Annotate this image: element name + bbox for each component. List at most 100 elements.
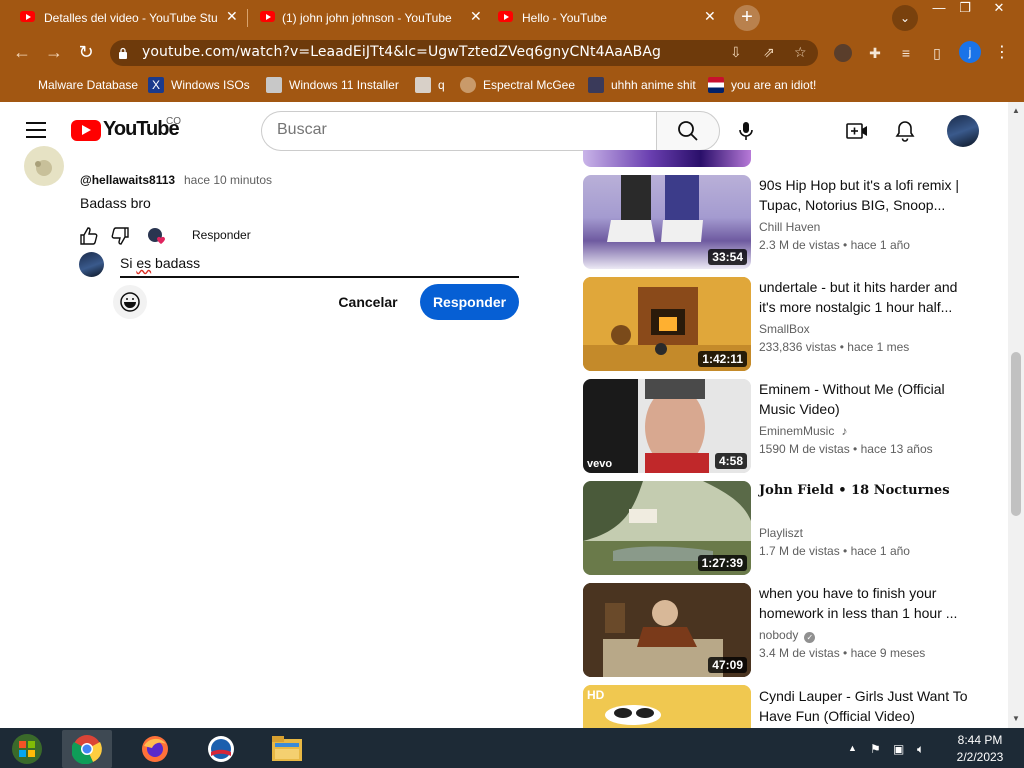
notifications-bell-icon[interactable]: [895, 120, 915, 142]
scrollbar-thumb[interactable]: [1011, 352, 1021, 516]
video-thumbnail[interactable]: 1:42:11: [583, 277, 751, 371]
video-thumbnail[interactable]: 47:09: [583, 583, 751, 677]
bookmark-label: Windows ISOs: [171, 78, 250, 92]
video-duration: 4:58: [714, 453, 747, 469]
channel-name[interactable]: Playliszt: [759, 526, 803, 540]
previous-video-thumbnail[interactable]: [583, 150, 751, 167]
close-tab-icon[interactable]: ✕: [226, 8, 238, 25]
bookmark-espectral-mcgee[interactable]: Espectral McGee: [460, 76, 575, 94]
country-code: CO: [166, 116, 181, 127]
creator-heart-icon[interactable]: [146, 227, 168, 247]
related-video[interactable]: 1:27:39 John Field • 18 Nocturnes Playli…: [583, 481, 1003, 575]
video-duration: 47:09: [708, 657, 747, 673]
reply-link[interactable]: Responder: [192, 228, 251, 242]
comment-author[interactable]: @hellawaits8113: [80, 173, 175, 187]
action-center-flag-icon[interactable]: ⚑: [870, 742, 881, 756]
video-title[interactable]: Cyndi Lauper - Girls Just Want To Have F…: [759, 686, 969, 726]
taskbar-firefox[interactable]: [130, 730, 180, 768]
extension-avatar-icon[interactable]: [834, 44, 852, 62]
reload-icon[interactable]: ↻: [74, 40, 98, 64]
url-text[interactable]: youtube.com/watch?v=LeaadEiJTt4&lc=UgwTz…: [142, 44, 661, 60]
video-thumbnail[interactable]: 1:27:39: [583, 481, 751, 575]
forward-arrow-icon[interactable]: →: [42, 40, 66, 64]
taskbar-chrome[interactable]: [62, 730, 112, 768]
firefox-icon: [142, 736, 168, 762]
related-video[interactable]: 47:09 when you have to finish your homew…: [583, 583, 1003, 677]
submit-reply-button[interactable]: Responder: [420, 284, 519, 320]
emoji-picker-button[interactable]: [113, 285, 147, 319]
back-arrow-icon[interactable]: ←: [10, 40, 34, 64]
profile-avatar[interactable]: j: [959, 41, 981, 63]
start-button[interactable]: [0, 730, 50, 768]
share-icon[interactable]: ⇗: [763, 44, 775, 61]
video-title[interactable]: undertale - but it hits harder and it's …: [759, 277, 969, 317]
search-input[interactable]: [277, 121, 637, 139]
related-video[interactable]: HD Cyndi Lauper - Girls Just Want To Hav…: [583, 685, 1003, 728]
show-hidden-icons-icon[interactable]: ▲: [848, 743, 857, 753]
taskbar-obama-app[interactable]: [196, 730, 246, 768]
tab-hello[interactable]: Hello - YouTube ✕: [490, 0, 730, 34]
minimize-icon[interactable]: —: [926, 0, 952, 18]
view-count: 1.7 M de vistas: [759, 544, 840, 558]
browser-menu-icon[interactable]: ⋮: [994, 42, 1010, 62]
reply-avatar: [79, 252, 104, 277]
search-button[interactable]: [656, 111, 720, 151]
youtube-logo-icon[interactable]: [71, 120, 101, 141]
tab-john-john-johnson[interactable]: (1) john john johnson - YouTube ✕: [248, 0, 488, 34]
video-title[interactable]: when you have to finish your homework in…: [759, 583, 969, 623]
bookmark-windows-11-installer[interactable]: Windows 11 Installer: [266, 76, 399, 94]
tab-search-chevron-icon[interactable]: ⌄: [892, 5, 918, 31]
channel-label: EminemMusic: [759, 424, 835, 438]
channel-name[interactable]: SmallBox: [759, 322, 810, 336]
taskbar-file-explorer[interactable]: [262, 730, 312, 768]
dislike-thumb-icon[interactable]: [110, 226, 130, 246]
cancel-button[interactable]: Cancelar: [324, 284, 412, 320]
install-app-icon[interactable]: ⇩: [730, 44, 742, 61]
video-title[interactable]: Eminem - Without Me (Official Music Vide…: [759, 379, 969, 419]
bookmark-you-are-an-idiot[interactable]: you are an idiot!: [708, 76, 816, 94]
video-thumbnail[interactable]: vevo 4:58: [583, 379, 751, 473]
comment-time[interactable]: hace 10 minutos: [184, 173, 272, 187]
network-icon[interactable]: ▣: [893, 742, 904, 756]
video-thumbnail[interactable]: HD: [583, 685, 751, 728]
related-video[interactable]: vevo 4:58 Eminem - Without Me (Official …: [583, 379, 1003, 473]
account-avatar[interactable]: [947, 115, 979, 147]
taskbar-clock[interactable]: 8:44 PM 2/2/2023: [940, 732, 1020, 766]
bookmark-windows-isos[interactable]: X Windows ISOs: [148, 76, 250, 94]
reply-input[interactable]: Si es badass: [120, 255, 200, 271]
bookmark-star-icon[interactable]: ☆: [794, 44, 807, 61]
scroll-down-arrow-icon[interactable]: ▼: [1012, 714, 1020, 723]
upload-age: hace 1 año: [850, 544, 910, 558]
side-panel-icon[interactable]: ▯: [928, 44, 946, 62]
restore-icon[interactable]: ❐: [952, 0, 978, 18]
installer-icon: [266, 77, 282, 93]
close-tab-icon[interactable]: ✕: [704, 8, 716, 25]
video-title[interactable]: John Field • 18 Nocturnes: [759, 481, 969, 501]
like-thumb-icon[interactable]: [79, 226, 99, 246]
bookmark-malware-database[interactable]: Malware Database: [38, 76, 138, 94]
channel-name[interactable]: EminemMusic ♪: [759, 424, 847, 438]
related-video[interactable]: 1:42:11 undertale - but it hits harder a…: [583, 277, 1003, 371]
channel-name[interactable]: nobody ✓: [759, 628, 816, 643]
close-tab-icon[interactable]: ✕: [470, 8, 482, 25]
media-playlist-icon[interactable]: ≡: [897, 44, 915, 62]
video-title[interactable]: 90s Hip Hop but it's a lofi remix | Tupa…: [759, 175, 969, 215]
microphone-icon[interactable]: [736, 121, 756, 141]
bookmark-uhhh-anime[interactable]: uhhh anime shit: [588, 76, 696, 94]
new-tab-button[interactable]: +: [734, 5, 760, 31]
view-count: 233,836 vistas: [759, 340, 837, 354]
scroll-up-arrow-icon[interactable]: ▲: [1012, 106, 1020, 115]
close-window-icon[interactable]: ✕: [986, 0, 1012, 18]
channel-name[interactable]: Chill Haven: [759, 220, 820, 234]
bookmark-q[interactable]: q: [415, 76, 445, 94]
commenter-avatar[interactable]: [24, 146, 64, 186]
music-note-icon: ♪: [841, 424, 848, 438]
volume-icon[interactable]: 🔈︎: [917, 742, 924, 757]
extensions-puzzle-icon[interactable]: ✚: [866, 44, 884, 62]
video-thumbnail[interactable]: 33:54: [583, 175, 751, 269]
hamburger-menu-icon[interactable]: [26, 122, 46, 138]
tab-studio[interactable]: Detalles del video - YouTube Stu ✕: [0, 0, 246, 34]
video-duration: 1:27:39: [697, 555, 747, 571]
create-video-icon[interactable]: [846, 121, 868, 141]
related-video[interactable]: 33:54 90s Hip Hop but it's a lofi remix …: [583, 175, 1003, 269]
